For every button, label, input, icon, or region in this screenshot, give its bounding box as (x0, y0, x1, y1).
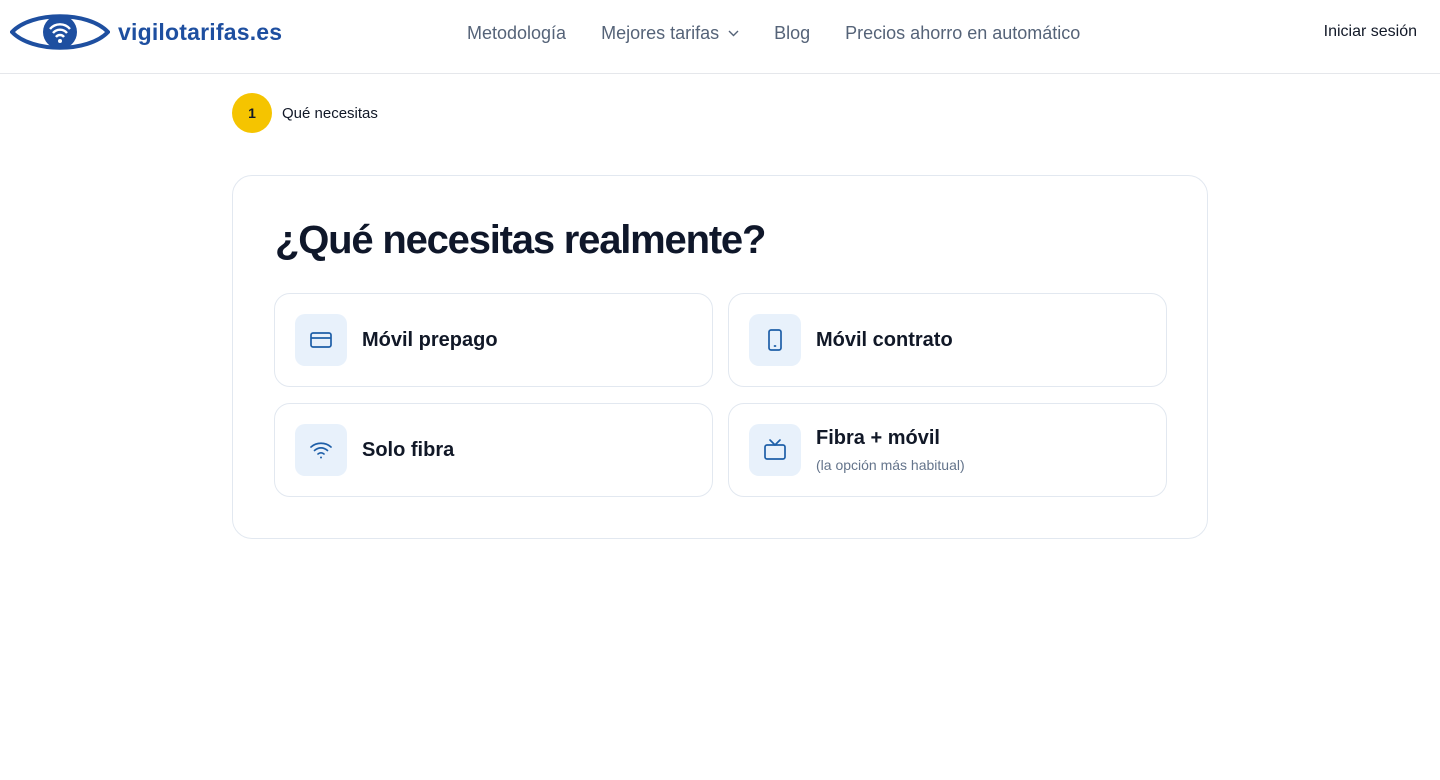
option-icon-box (295, 424, 347, 476)
option-movil-prepago[interactable]: Móvil prepago (274, 293, 713, 387)
option-icon-box (749, 424, 801, 476)
nav-item-mejores-tarifas[interactable]: Mejores tarifas (601, 23, 739, 44)
nav-item-precios-ahorro[interactable]: Precios ahorro en automático (845, 23, 1080, 44)
page-title: ¿Qué necesitas realmente? (275, 218, 766, 262)
nav-item-label: Metodología (467, 22, 567, 43)
step-label: Qué necesitas (282, 104, 378, 122)
option-title: Solo fibra (362, 438, 455, 461)
option-subtitle: (la opción más habitual) (816, 457, 965, 473)
option-title: Móvil prepago (362, 328, 498, 351)
nav-item-label: Mejores tarifas (601, 22, 720, 43)
eye-logo-icon (10, 14, 110, 50)
site-header: vigilotarifas.es Metodología Mejores tar… (0, 0, 1440, 74)
smartphone-icon (768, 329, 782, 351)
nav-item-metodologia[interactable]: Metodología (467, 23, 566, 44)
option-icon-box (295, 314, 347, 366)
brand-name: vigilotarifas.es (118, 18, 283, 45)
credit-card-icon (310, 332, 332, 348)
needs-card: ¿Qué necesitas realmente? Móvil prepago … (232, 175, 1208, 539)
logo-link[interactable]: vigilotarifas.es (10, 8, 282, 56)
option-solo-fibra[interactable]: Solo fibra (274, 403, 713, 497)
main-nav: Metodología Mejores tarifas Blog Precios… (467, 22, 1115, 44)
nav-item-label: Precios ahorro en automático (845, 22, 1081, 43)
chevron-down-icon (728, 30, 739, 36)
option-fibra-movil[interactable]: Fibra + móvil (la opción más habitual) (728, 403, 1167, 497)
step-number-badge: 1 (232, 93, 272, 133)
nav-item-blog[interactable]: Blog (774, 23, 810, 44)
option-icon-box (749, 314, 801, 366)
tv-icon (764, 439, 786, 460)
signin-link[interactable]: Iniciar sesión (1324, 23, 1417, 41)
option-movil-contrato[interactable]: Móvil contrato (728, 293, 1167, 387)
wifi-icon (310, 442, 332, 459)
stepper: 1 Qué necesitas (232, 93, 378, 133)
option-title: Fibra + móvil (816, 427, 940, 449)
option-title: Móvil contrato (816, 328, 953, 351)
nav-item-label: Blog (774, 22, 811, 43)
